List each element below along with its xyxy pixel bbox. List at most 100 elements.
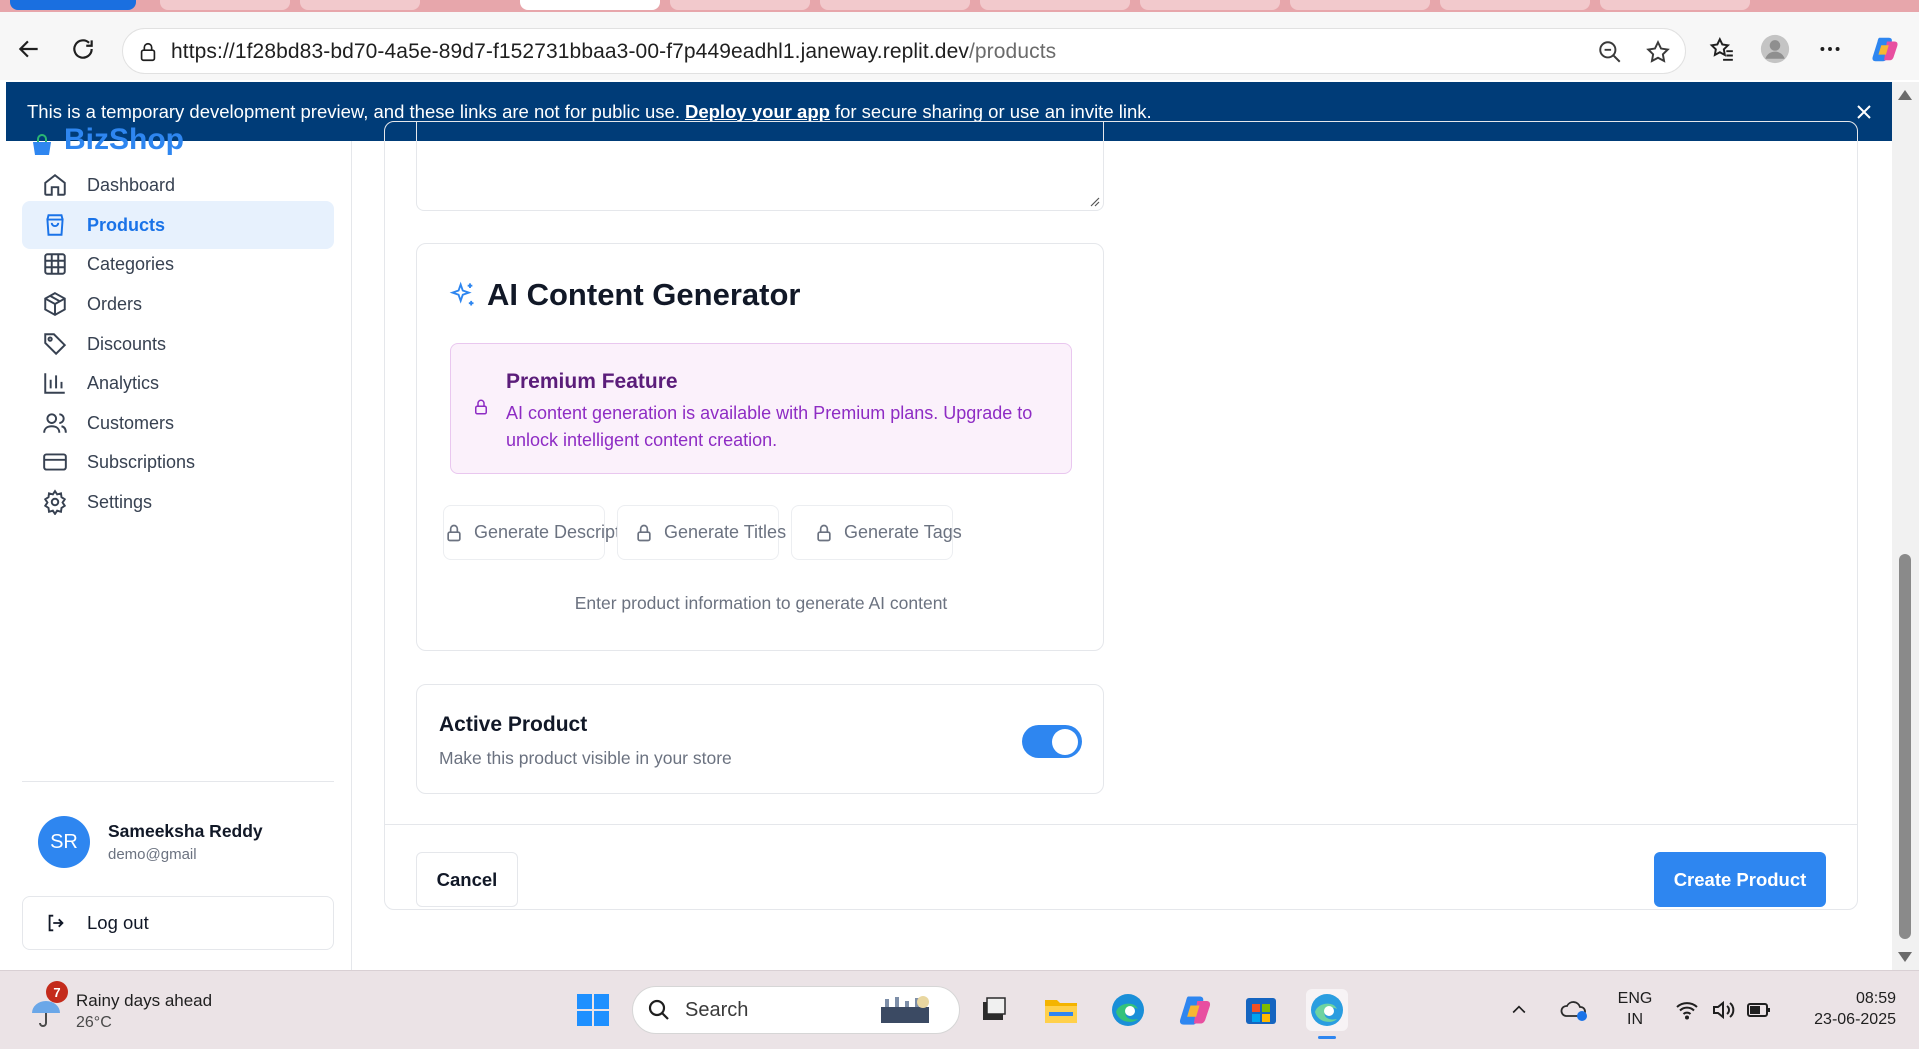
copilot-app-icon[interactable] (1174, 989, 1216, 1031)
browser-tab[interactable] (1290, 0, 1430, 10)
browser-tab[interactable] (300, 0, 420, 10)
chevron-up-icon[interactable] (1505, 989, 1533, 1031)
resize-grip-icon[interactable] (1088, 195, 1100, 207)
browser-tab[interactable] (980, 0, 1130, 10)
home-icon (44, 174, 66, 196)
ai-content-generator-card: AI Content Generator Premium Feature AI … (416, 243, 1104, 651)
avatar: SR (38, 816, 90, 868)
weather-temp: 26°C (76, 1014, 112, 1031)
lock-icon (817, 524, 831, 541)
logout-button[interactable]: Log out (22, 896, 334, 950)
sidebar-item-label: Dashboard (87, 174, 176, 195)
sidebar-item-label: Customers (87, 412, 175, 433)
url-text: https://1f28bd83-bd70-4a5e-89d7-f152731b… (171, 40, 1057, 63)
browser-tab[interactable] (10, 0, 136, 10)
generate-description-button[interactable]: Generate Description (443, 505, 644, 560)
browser-tab-strip (0, 0, 1919, 12)
sidebar-item-label: Discounts (87, 333, 167, 354)
sidebar-divider (22, 781, 334, 782)
back-icon[interactable] (14, 34, 44, 64)
user-name: Sameeksha Reddy (108, 821, 263, 841)
favorite-star-icon[interactable] (1645, 39, 1671, 70)
edge-browser-icon[interactable] (1107, 989, 1149, 1031)
scrollbar-thumb[interactable] (1899, 554, 1911, 939)
generate-tags-button[interactable]: Generate Tags (791, 505, 962, 560)
language-indicator[interactable]: ENG IN (1610, 988, 1660, 1030)
active-product-title: Active Product (439, 713, 588, 736)
weather-title: Rainy days ahead (76, 991, 213, 1010)
generate-titles-button[interactable]: Generate Titles (617, 505, 786, 560)
deploy-app-link[interactable]: Deploy your app (685, 101, 830, 123)
wifi-icon[interactable] (1672, 989, 1702, 1031)
edge-dev-icon[interactable] (1306, 989, 1348, 1039)
active-product-toggle[interactable] (1022, 725, 1082, 758)
lock-icon (447, 524, 461, 541)
logout-icon (48, 914, 64, 932)
battery-icon[interactable] (1744, 989, 1774, 1031)
sidebar-item-settings[interactable]: Settings (22, 478, 334, 526)
premium-description: AI content generation is available with … (506, 403, 1033, 450)
start-menu-icon[interactable] (572, 989, 614, 1031)
onedrive-icon[interactable] (1556, 989, 1592, 1031)
main-content: AI Content Generator Premium Feature AI … (352, 121, 1892, 970)
sparkles-icon (449, 281, 474, 306)
active-app-indicator (1318, 1036, 1336, 1039)
form-footer-divider (384, 824, 1858, 825)
copilot-icon[interactable] (1870, 34, 1900, 64)
active-product-card: Active Product Make this product visible… (416, 684, 1104, 794)
banner-text-after: for secure sharing or use an invite link… (834, 100, 1152, 122)
taskbar-search[interactable]: Search (632, 986, 960, 1034)
browser-tab[interactable] (160, 0, 290, 10)
search-highlight-icon (881, 996, 929, 1023)
sidebar-item-label: Orders (87, 293, 143, 314)
more-options-icon[interactable] (1815, 34, 1845, 64)
cancel-button[interactable]: Cancel (416, 852, 518, 907)
create-product-button[interactable]: Create Product (1654, 852, 1826, 907)
close-icon[interactable] (1852, 100, 1876, 124)
description-textarea[interactable] (416, 121, 1104, 211)
premium-feature-notice: Premium Feature AI content generation is… (450, 343, 1072, 474)
users-icon (43, 413, 67, 433)
logo-icon (33, 134, 51, 155)
favorites-icon[interactable] (1707, 34, 1737, 64)
address-bar[interactable]: https://1f28bd83-bd70-4a5e-89d7-f152731b… (122, 28, 1686, 74)
weather-badge: 7 (46, 981, 68, 1003)
browser-tab[interactable] (1600, 0, 1750, 10)
browser-toolbar: https://1f28bd83-bd70-4a5e-89d7-f152731b… (0, 12, 1919, 80)
reload-icon[interactable] (68, 34, 98, 64)
sidebar-item-label: Subscriptions (87, 451, 196, 472)
lock-icon (637, 524, 651, 541)
brand-logo[interactable]: BizShop (30, 125, 184, 157)
browser-tab[interactable] (1140, 0, 1280, 10)
ai-generator-hint: Enter product information to generate AI… (574, 593, 948, 613)
lock-icon (475, 399, 487, 415)
toggle-knob (1052, 729, 1078, 755)
volume-icon[interactable] (1708, 989, 1738, 1031)
browser-tab-active[interactable] (520, 0, 660, 10)
user-profile[interactable]: SR Sameeksha Reddy demo@gmail (38, 816, 263, 868)
browser-tab[interactable] (820, 0, 970, 10)
ai-generator-title: AI Content Generator (449, 277, 800, 313)
scroll-up-icon[interactable] (1898, 90, 1912, 100)
browser-tab[interactable] (1440, 0, 1590, 10)
active-product-description: Make this product visible in your store (439, 748, 732, 768)
scroll-down-icon[interactable] (1898, 952, 1912, 962)
gear-icon (43, 489, 67, 515)
sidebar-item-label: Categories (87, 253, 175, 274)
profile-avatar-icon[interactable] (1760, 34, 1790, 64)
os-taskbar: 7 Rainy days ahead 26°C Search ENG IN 08… (0, 970, 1919, 1049)
file-explorer-icon[interactable] (1040, 989, 1082, 1031)
browser-tab[interactable] (670, 0, 810, 10)
sidebar: BizShop Dashboard Products Categories Or… (6, 125, 352, 970)
banner-text: This is a temporary development preview,… (27, 100, 680, 122)
microsoft-store-icon[interactable] (1240, 989, 1282, 1031)
zoom-out-icon[interactable] (1597, 39, 1623, 70)
clock[interactable]: 08:59 23-06-2025 (1790, 988, 1896, 1030)
page-scrollbar[interactable] (1892, 82, 1919, 970)
task-view-icon[interactable] (972, 989, 1014, 1031)
credit-card-icon (43, 453, 67, 471)
weather-widget[interactable]: 7 Rainy days ahead 26°C (26, 981, 213, 1032)
shopping-bag-icon (46, 214, 64, 236)
sidebar-item-label: Analytics (87, 372, 160, 393)
site-info-icon[interactable] (137, 41, 159, 68)
